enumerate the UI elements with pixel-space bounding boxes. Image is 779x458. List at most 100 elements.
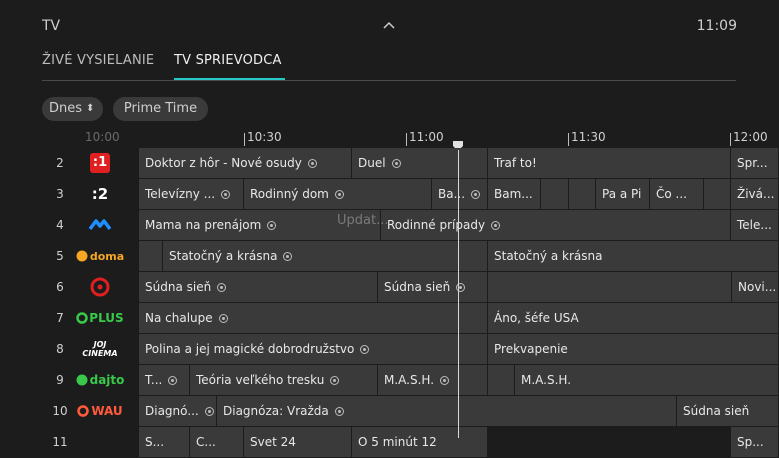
- program-cell[interactable]: Televízny ...: [139, 179, 244, 209]
- program-cell[interactable]: [488, 272, 732, 302]
- tab-live[interactable]: ŽIVÉ VYSIELANIE: [42, 53, 154, 68]
- replay-icon: [221, 190, 231, 199]
- channel-logo[interactable]: [74, 272, 126, 302]
- program-cell[interactable]: Ba...: [432, 179, 488, 209]
- channel-number: 9: [56, 373, 64, 387]
- channel-number: 2: [56, 156, 64, 170]
- updating-overlay: Updat...: [337, 213, 389, 228]
- channel-number: 11: [52, 435, 68, 449]
- replay-icon: [283, 252, 293, 261]
- program-cell[interactable]: Diagnóza: Vražda: [217, 396, 677, 426]
- program-cell[interactable]: Živá...: [731, 179, 779, 209]
- channel-row: 4 Mama na prenájom Rodinné prípady Tele.…: [0, 210, 779, 241]
- replay-icon: [218, 314, 228, 323]
- program-cell[interactable]: Svet 24: [244, 427, 352, 457]
- program-cell[interactable]: Teória veľkého tresku: [190, 365, 378, 395]
- program-cell[interactable]: Sp...: [731, 427, 779, 457]
- time-label: 10:30: [247, 130, 282, 144]
- plus-icon: [76, 312, 89, 324]
- channel-logo[interactable]: [74, 427, 126, 457]
- time-tick: [568, 133, 569, 146]
- program-cell[interactable]: Duel: [352, 148, 488, 178]
- channel-logo[interactable]: :1: [74, 148, 126, 178]
- channel-logo[interactable]: dajto: [74, 365, 126, 395]
- timeline: 10:00 10:30 11:00 11:30 12:00: [0, 128, 779, 148]
- program-cell[interactable]: Rodinné prípady: [381, 210, 731, 240]
- time-label: 10:00: [85, 130, 120, 144]
- program-cell[interactable]: [704, 179, 731, 209]
- chevron-up-icon[interactable]: [383, 20, 395, 30]
- time-label: 11:00: [409, 130, 444, 144]
- prime-time-button[interactable]: Prime Time: [113, 97, 208, 121]
- channel-row: 11 S... C... Svet 24 O 5 minút 12 Sp...: [0, 427, 779, 458]
- program-cell[interactable]: Súdna sieň: [139, 272, 378, 302]
- program-cell[interactable]: Traf to!: [488, 148, 731, 178]
- program-cell[interactable]: [488, 365, 515, 395]
- now-line: [458, 150, 459, 438]
- app-title: TV: [42, 18, 61, 34]
- channel-logo[interactable]: PLUS: [74, 303, 126, 333]
- program-cell[interactable]: Pa a Pi: [596, 179, 650, 209]
- channel-row: 9 dajto T... Teória veľkého tresku M.A.S…: [0, 365, 779, 396]
- channel-number: 10: [52, 404, 68, 418]
- program-cell[interactable]: Bam...: [488, 179, 541, 209]
- program-cell[interactable]: M.A.S.H.: [515, 365, 779, 395]
- channel-row: 5 doma Statočný a krásna Statočný a krás…: [0, 241, 779, 272]
- time-tick: [244, 133, 245, 146]
- channel-number: 6: [56, 280, 64, 294]
- channel-logo[interactable]: [74, 210, 126, 240]
- channel-number: 4: [56, 218, 64, 232]
- replay-icon: [471, 190, 481, 199]
- program-cell[interactable]: M.A.S.H.: [378, 365, 488, 395]
- channel-logo[interactable]: WAU: [74, 396, 126, 426]
- channel-row: 3 :2 Televízny ... Rodinný dom Ba... Bam…: [0, 179, 779, 210]
- program-cell[interactable]: [541, 179, 569, 209]
- program-cell[interactable]: Čo ...: [650, 179, 704, 209]
- program-cell[interactable]: Áno, šéfe USA: [488, 303, 779, 333]
- program-cell[interactable]: [139, 241, 163, 271]
- program-cell[interactable]: O 5 minút 12: [352, 427, 488, 457]
- program-cell[interactable]: T...: [139, 365, 190, 395]
- program-cell[interactable]: Súdna sieň: [677, 396, 779, 426]
- channel-row: 7 PLUS Na chalupe Áno, šéfe USA: [0, 303, 779, 334]
- program-cell[interactable]: Polina a jej magické dobrodružstvo: [139, 334, 488, 364]
- program-cell[interactable]: Tele...: [731, 210, 779, 240]
- time-tick: [406, 133, 407, 146]
- channel-number: 8: [56, 342, 64, 356]
- program-cell[interactable]: [569, 179, 596, 209]
- replay-icon: [168, 376, 178, 385]
- replay-icon: [360, 345, 370, 354]
- channel-logo[interactable]: JOJ CINEMA: [74, 334, 126, 364]
- day-select[interactable]: Dnes ⬍: [42, 97, 103, 121]
- program-cell[interactable]: Diagnó...: [139, 396, 217, 426]
- header: TV 11:09: [0, 0, 779, 50]
- program-cell[interactable]: C...: [190, 427, 244, 457]
- replay-icon: [307, 159, 317, 168]
- doma-icon: [76, 250, 88, 262]
- program-cell[interactable]: Statočný a krásna: [163, 241, 488, 271]
- channel-row: 6 Súdna sieň Súdna sieň Novi...: [0, 272, 779, 303]
- program-cell[interactable]: S...: [139, 427, 190, 457]
- replay-icon: [491, 221, 501, 230]
- program-cell[interactable]: Statočný a krásna: [488, 241, 779, 271]
- program-cell[interactable]: Na chalupe: [139, 303, 488, 333]
- day-select-label: Dnes: [49, 101, 83, 116]
- program-cell[interactable]: Rodinný dom: [244, 179, 432, 209]
- tab-tv-guide[interactable]: TV SPRIEVODCA: [174, 53, 282, 68]
- program-cell[interactable]: Prekvapenie: [488, 334, 779, 364]
- dajto-icon: [76, 374, 88, 386]
- replay-icon: [391, 159, 401, 168]
- program-cell[interactable]: Súdna sieň: [378, 272, 488, 302]
- channel-logo[interactable]: doma: [74, 241, 126, 271]
- program-cell[interactable]: Novi...: [732, 272, 779, 302]
- program-cell[interactable]: Spr...: [731, 148, 779, 178]
- channel-logo[interactable]: :2: [74, 179, 126, 209]
- channel-number: 5: [56, 249, 64, 263]
- replay-icon: [267, 221, 277, 230]
- replay-icon: [334, 407, 344, 416]
- channel-row: 10 WAU Diagnó... Diagnóza: Vražda Súdna …: [0, 396, 779, 427]
- channel-row: 8 JOJ CINEMA Polina a jej magické dobrod…: [0, 334, 779, 365]
- program-cell[interactable]: Doktor z hôr - Nové osudy: [139, 148, 352, 178]
- joj-icon: [90, 277, 110, 297]
- replay-icon: [204, 407, 214, 416]
